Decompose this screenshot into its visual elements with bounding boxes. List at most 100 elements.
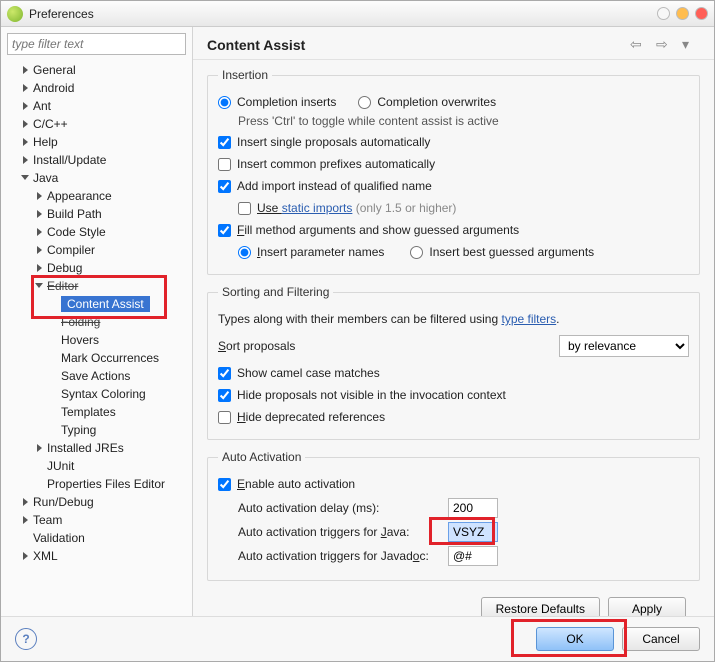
ok-button[interactable]: OK: [536, 627, 614, 651]
hide-deprecated-checkbox[interactable]: [218, 411, 231, 424]
triggers-javadoc-input[interactable]: [448, 546, 498, 566]
tree-item-content-assist[interactable]: Content Assist: [7, 295, 186, 313]
tree-item-save-actions[interactable]: Save Actions: [7, 367, 186, 385]
chevron-right-icon: [21, 65, 31, 75]
tree-item-folding[interactable]: Folding: [7, 313, 186, 331]
window-controls: [657, 7, 708, 20]
chevron-right-icon: [35, 227, 45, 237]
back-icon[interactable]: ⇦: [630, 38, 648, 52]
group-legend: Auto Activation: [218, 450, 305, 464]
cancel-button[interactable]: Cancel: [622, 627, 700, 651]
checkbox-label: Fill method arguments and show guessed a…: [237, 223, 519, 237]
tree-label: C/C++: [33, 117, 68, 131]
blank-icon: [49, 317, 59, 327]
sort-proposals-select[interactable]: by relevance: [559, 335, 689, 357]
type-filters-link[interactable]: type filters: [501, 312, 556, 326]
tree-label: Folding: [61, 315, 100, 329]
tree-item-team[interactable]: Team: [7, 511, 186, 529]
tree-item-templates[interactable]: Templates: [7, 403, 186, 421]
checkbox-label: Insert single proposals automatically: [237, 135, 430, 149]
delay-input[interactable]: [448, 498, 498, 518]
tree-label: Debug: [47, 261, 82, 275]
tree-item-build-path[interactable]: Build Path: [7, 205, 186, 223]
footer: ? OK Cancel: [1, 616, 714, 661]
tree-label: Validation: [33, 531, 85, 545]
tree-label: Typing: [61, 423, 96, 437]
titlebar: Preferences: [1, 1, 714, 27]
maximize-button[interactable]: [676, 7, 689, 20]
tree-item-general[interactable]: General: [7, 61, 186, 79]
tree-item-syntax-coloring[interactable]: Syntax Coloring: [7, 385, 186, 403]
sidebar: General Android Ant C/C++ Help Install/U…: [1, 27, 193, 616]
insert-param-names-radio[interactable]: [238, 246, 251, 259]
chevron-right-icon: [21, 83, 31, 93]
auto-activation-group: Auto Activation Enable auto activation A…: [207, 450, 700, 581]
tree-label: Android: [33, 81, 74, 95]
tree-item-help[interactable]: Help: [7, 133, 186, 151]
insert-single-checkbox[interactable]: [218, 136, 231, 149]
show-camel-checkbox[interactable]: [218, 367, 231, 380]
menu-icon[interactable]: ▾: [682, 38, 700, 52]
forward-icon[interactable]: ⇨: [656, 38, 674, 52]
restore-defaults-button[interactable]: Restore Defaults: [481, 597, 600, 616]
close-button[interactable]: [695, 7, 708, 20]
fill-method-checkbox[interactable]: [218, 224, 231, 237]
tree-item-code-style[interactable]: Code Style: [7, 223, 186, 241]
triggers-java-input[interactable]: [448, 522, 498, 542]
blank-icon: [49, 407, 59, 417]
tree-item-validation[interactable]: Validation: [7, 529, 186, 547]
completion-inserts-radio[interactable]: [218, 96, 231, 109]
radio-label: Completion inserts: [237, 95, 336, 109]
use-static-imports-checkbox[interactable]: [238, 202, 251, 215]
tree-item-typing[interactable]: Typing: [7, 421, 186, 439]
tree-item-properties-editor[interactable]: Properties Files Editor: [7, 475, 186, 493]
tree-item-xml[interactable]: XML: [7, 547, 186, 565]
hide-not-visible-checkbox[interactable]: [218, 389, 231, 402]
blank-icon: [49, 353, 59, 363]
insert-best-guessed-radio[interactable]: [410, 246, 423, 259]
tree-item-ant[interactable]: Ant: [7, 97, 186, 115]
tree-label: XML: [33, 549, 58, 563]
tree-item-editor[interactable]: Editor: [7, 277, 186, 295]
blank-icon: [49, 335, 59, 345]
tree-item-install-update[interactable]: Install/Update: [7, 151, 186, 169]
tree-label: Appearance: [47, 189, 112, 203]
tree-item-android[interactable]: Android: [7, 79, 186, 97]
ctrl-hint: Press 'Ctrl' to toggle while content ass…: [218, 114, 689, 128]
tree-item-hovers[interactable]: Hovers: [7, 331, 186, 349]
tree-label: Install/Update: [33, 153, 106, 167]
sort-proposals-label: Sort proposals: [218, 339, 295, 353]
static-imports-link[interactable]: static imports: [282, 201, 353, 215]
tree-label: Editor: [47, 279, 78, 293]
add-import-checkbox[interactable]: [218, 180, 231, 193]
delay-label: Auto activation delay (ms):: [238, 501, 438, 515]
blank-icon: [49, 299, 59, 309]
category-tree[interactable]: General Android Ant C/C++ Help Install/U…: [7, 61, 186, 610]
tree-label: Syntax Coloring: [61, 387, 146, 401]
tree-item-java[interactable]: Java: [7, 169, 186, 187]
chevron-right-icon: [21, 551, 31, 561]
insert-prefixes-checkbox[interactable]: [218, 158, 231, 171]
tree-item-appearance[interactable]: Appearance: [7, 187, 186, 205]
filter-input[interactable]: [7, 33, 186, 55]
chevron-right-icon: [21, 515, 31, 525]
apply-button[interactable]: Apply: [608, 597, 686, 616]
help-icon[interactable]: ?: [15, 628, 37, 650]
page-title: Content Assist: [207, 37, 305, 53]
tree-label: Team: [33, 513, 62, 527]
ok-cancel-bar: OK Cancel: [536, 627, 700, 651]
tree-item-compiler[interactable]: Compiler: [7, 241, 186, 259]
tree-label: JUnit: [47, 459, 74, 473]
tree-item-run-debug[interactable]: Run/Debug: [7, 493, 186, 511]
tree-label: Help: [33, 135, 58, 149]
tree-item-debug[interactable]: Debug: [7, 259, 186, 277]
tree-item-mark-occurrences[interactable]: Mark Occurrences: [7, 349, 186, 367]
enable-auto-activation-checkbox[interactable]: [218, 478, 231, 491]
completion-overwrites-radio[interactable]: [358, 96, 371, 109]
radio-label: Insert parameter names: [257, 245, 384, 259]
chevron-right-icon: [35, 245, 45, 255]
tree-item-junit[interactable]: JUnit: [7, 457, 186, 475]
minimize-button[interactable]: [657, 7, 670, 20]
tree-item-installed-jres[interactable]: Installed JREs: [7, 439, 186, 457]
tree-item-cpp[interactable]: C/C++: [7, 115, 186, 133]
